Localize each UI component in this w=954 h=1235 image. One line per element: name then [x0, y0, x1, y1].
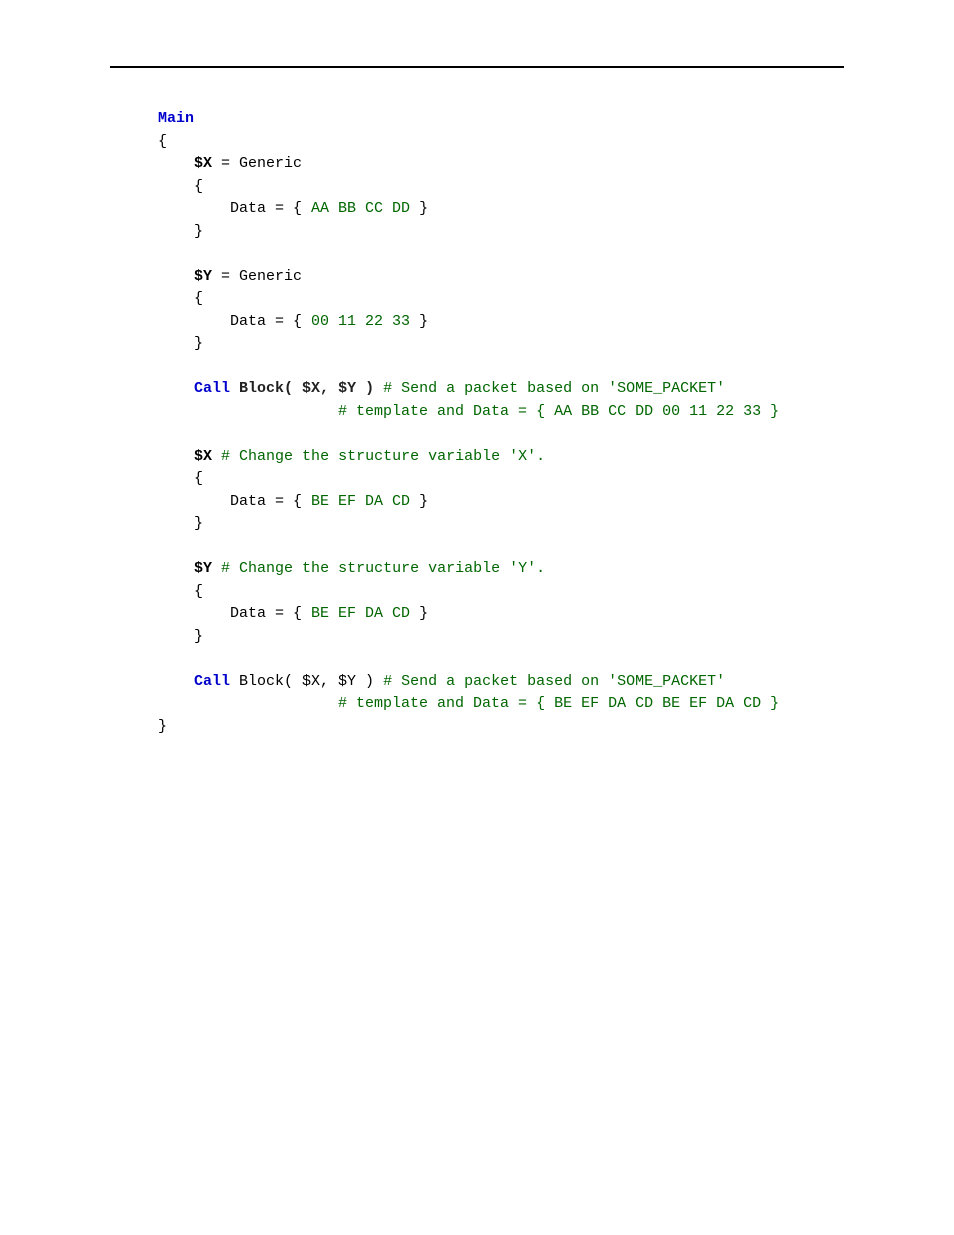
indent	[158, 560, 194, 577]
text: {	[293, 200, 311, 217]
text	[212, 560, 221, 577]
brace-open: {	[194, 290, 203, 307]
data-eq: Data =	[230, 200, 293, 217]
var-y: $Y	[194, 268, 212, 285]
literal: 00 11 22 33	[311, 313, 410, 330]
brace-open: {	[194, 178, 203, 195]
text: {	[293, 493, 311, 510]
brace-open: {	[194, 583, 203, 600]
comment: # template and Data = { BE EF DA CD BE E…	[338, 695, 779, 712]
indent	[158, 448, 194, 465]
indent	[158, 673, 194, 690]
call-expr: Block( $X, $Y )	[230, 673, 383, 690]
brace-open: {	[194, 470, 203, 487]
indent	[158, 493, 230, 510]
literal: BE EF DA CD	[311, 605, 410, 622]
indent	[158, 200, 230, 217]
comment: # Change the structure variable 'Y'.	[221, 560, 545, 577]
var-y: $Y	[194, 560, 212, 577]
indent	[158, 628, 194, 645]
literal: AA BB CC DD	[311, 200, 410, 217]
brace-close: }	[194, 628, 203, 645]
brace-close: }	[194, 335, 203, 352]
indent	[158, 470, 194, 487]
comment: # template and Data = { AA BB CC DD 00 1…	[338, 403, 779, 420]
code-block: Main { $X = Generic { Data = { AA BB CC …	[158, 108, 844, 738]
keyword-call: Call	[194, 673, 230, 690]
comment: # Send a packet based on 'SOME_PACKET'	[383, 380, 725, 397]
indent	[158, 403, 338, 420]
keyword-main: Main	[158, 110, 194, 127]
indent	[158, 223, 194, 240]
indent	[158, 380, 194, 397]
literal: BE EF DA CD	[311, 493, 410, 510]
generic-kw: Generic	[239, 155, 302, 172]
data-eq: Data =	[230, 493, 293, 510]
text: }	[410, 493, 428, 510]
indent	[158, 178, 194, 195]
text	[374, 380, 383, 397]
text: =	[212, 155, 239, 172]
comment: # Change the structure variable 'X'.	[221, 448, 545, 465]
data-eq: Data =	[230, 605, 293, 622]
keyword-call: Call	[194, 380, 230, 397]
indent	[158, 290, 194, 307]
text: }	[410, 605, 428, 622]
brace-close: }	[158, 718, 167, 735]
indent	[158, 583, 194, 600]
text: }	[410, 313, 428, 330]
indent	[158, 515, 194, 532]
comment: # Send a packet based on 'SOME_PACKET'	[383, 673, 725, 690]
text: =	[212, 268, 239, 285]
indent	[158, 335, 194, 352]
indent	[158, 268, 194, 285]
brace-open: {	[158, 133, 167, 150]
text	[212, 448, 221, 465]
call-expr: Block( $X, $Y )	[239, 380, 374, 397]
brace-close: }	[194, 515, 203, 532]
page: Main { $X = Generic { Data = { AA BB CC …	[0, 0, 954, 1235]
text: }	[410, 200, 428, 217]
data-eq: Data =	[230, 313, 293, 330]
var-x: $X	[194, 155, 212, 172]
indent	[158, 605, 230, 622]
indent	[158, 695, 338, 712]
text	[230, 380, 239, 397]
generic-kw: Generic	[239, 268, 302, 285]
indent	[158, 155, 194, 172]
brace-close: }	[194, 223, 203, 240]
horizontal-rule	[110, 66, 844, 68]
var-x: $X	[194, 448, 212, 465]
indent	[158, 313, 230, 330]
text: {	[293, 313, 311, 330]
text: {	[293, 605, 311, 622]
